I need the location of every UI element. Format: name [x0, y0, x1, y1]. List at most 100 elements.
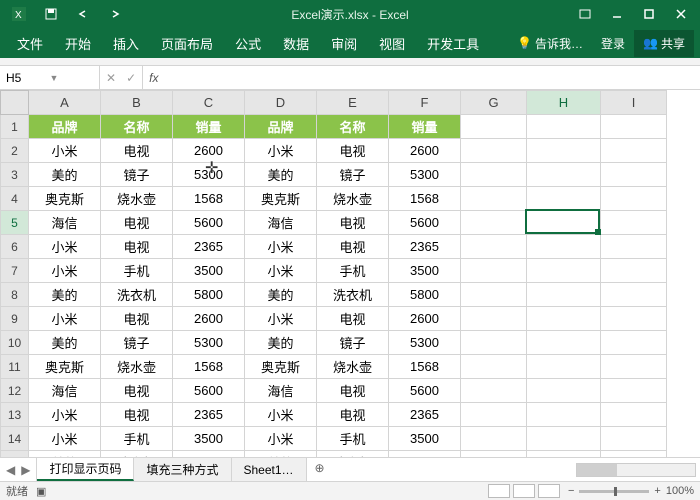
cell-B1[interactable]: 名称 — [101, 115, 173, 139]
cell-E5[interactable]: 电视 — [317, 211, 389, 235]
select-all-corner[interactable] — [1, 91, 29, 115]
cell-F15[interactable]: 5800 — [389, 451, 461, 458]
row-header-10[interactable]: 10 — [1, 331, 29, 355]
share-button[interactable]: 👥共享 — [634, 30, 694, 57]
cell-C13[interactable]: 2365 — [173, 403, 245, 427]
cell-F13[interactable]: 2365 — [389, 403, 461, 427]
cell-C5[interactable]: 5600 — [173, 211, 245, 235]
cell-C11[interactable]: 1568 — [173, 355, 245, 379]
worksheet-grid[interactable]: ABCDEFGHI1品牌名称销量品牌名称销量2小米电视2600小米电视26003… — [0, 90, 700, 457]
tab-developer[interactable]: 开发工具 — [416, 29, 490, 58]
enter-formula-icon[interactable]: ✓ — [126, 71, 136, 85]
zoom-out-button[interactable]: − — [568, 485, 574, 497]
cell-E1[interactable]: 名称 — [317, 115, 389, 139]
cell-D4[interactable]: 奥克斯 — [245, 187, 317, 211]
cell-I5[interactable] — [601, 211, 667, 235]
col-header-A[interactable]: A — [29, 91, 101, 115]
chevron-down-icon[interactable]: ▼ — [50, 73, 94, 83]
view-normal-button[interactable] — [488, 484, 510, 498]
col-header-H[interactable]: H — [527, 91, 601, 115]
cancel-formula-icon[interactable]: ✕ — [106, 71, 116, 85]
sheet-add-button[interactable]: ⊕ — [307, 458, 333, 481]
formula-input[interactable] — [164, 66, 700, 89]
cell-D10[interactable]: 美的 — [245, 331, 317, 355]
cell-F12[interactable]: 5600 — [389, 379, 461, 403]
cell-I4[interactable] — [601, 187, 667, 211]
tab-view[interactable]: 视图 — [368, 29, 416, 58]
cell-F1[interactable]: 销量 — [389, 115, 461, 139]
cell-D1[interactable]: 品牌 — [245, 115, 317, 139]
sheet-nav-prev-icon[interactable]: ◀ — [6, 463, 15, 477]
cell-H5[interactable] — [527, 211, 601, 235]
row-header-2[interactable]: 2 — [1, 139, 29, 163]
quickaccess-excel-icon[interactable]: X — [4, 4, 34, 24]
cell-A2[interactable]: 小米 — [29, 139, 101, 163]
zoom-in-button[interactable]: + — [654, 485, 660, 497]
cell-B4[interactable]: 烧水壶 — [101, 187, 173, 211]
cell-F7[interactable]: 3500 — [389, 259, 461, 283]
row-header-5[interactable]: 5 — [1, 211, 29, 235]
cell-A6[interactable]: 小米 — [29, 235, 101, 259]
cell-F9[interactable]: 2600 — [389, 307, 461, 331]
cell-G14[interactable] — [461, 427, 527, 451]
cell-B15[interactable]: 洗衣机 — [101, 451, 173, 458]
tell-me[interactable]: 💡告诉我… — [508, 30, 592, 57]
cell-G3[interactable] — [461, 163, 527, 187]
maximize-button[interactable] — [634, 4, 664, 24]
cell-A1[interactable]: 品牌 — [29, 115, 101, 139]
sheet-nav-next-icon[interactable]: ▶ — [21, 463, 30, 477]
row-header-1[interactable]: 1 — [1, 115, 29, 139]
row-header-9[interactable]: 9 — [1, 307, 29, 331]
col-header-C[interactable]: C — [173, 91, 245, 115]
col-header-I[interactable]: I — [601, 91, 667, 115]
cell-F6[interactable]: 2365 — [389, 235, 461, 259]
cell-H6[interactable] — [527, 235, 601, 259]
cell-E3[interactable]: 镜子 — [317, 163, 389, 187]
cell-A3[interactable]: 美的 — [29, 163, 101, 187]
cell-C12[interactable]: 5600 — [173, 379, 245, 403]
cell-C9[interactable]: 2600 — [173, 307, 245, 331]
fx-icon[interactable]: fx — [143, 71, 164, 85]
ribbon-display-options-icon[interactable] — [570, 4, 600, 24]
cell-A11[interactable]: 奥克斯 — [29, 355, 101, 379]
cell-I11[interactable] — [601, 355, 667, 379]
cell-B3[interactable]: 镜子 — [101, 163, 173, 187]
cell-B12[interactable]: 电视 — [101, 379, 173, 403]
cell-F2[interactable]: 2600 — [389, 139, 461, 163]
cell-D2[interactable]: 小米 — [245, 139, 317, 163]
cell-G10[interactable] — [461, 331, 527, 355]
cell-F11[interactable]: 1568 — [389, 355, 461, 379]
cell-D12[interactable]: 海信 — [245, 379, 317, 403]
cell-D9[interactable]: 小米 — [245, 307, 317, 331]
cell-B13[interactable]: 电视 — [101, 403, 173, 427]
cell-A13[interactable]: 小米 — [29, 403, 101, 427]
cell-B2[interactable]: 电视 — [101, 139, 173, 163]
cell-B6[interactable]: 电视 — [101, 235, 173, 259]
cell-E2[interactable]: 电视 — [317, 139, 389, 163]
cell-A5[interactable]: 海信 — [29, 211, 101, 235]
cell-D3[interactable]: 美的 — [245, 163, 317, 187]
row-header-15[interactable]: 15 — [1, 451, 29, 458]
cell-G1[interactable] — [461, 115, 527, 139]
cell-A10[interactable]: 美的 — [29, 331, 101, 355]
cell-C1[interactable]: 销量 — [173, 115, 245, 139]
col-header-D[interactable]: D — [245, 91, 317, 115]
tab-home[interactable]: 开始 — [54, 29, 102, 58]
quickaccess-save-icon[interactable] — [36, 4, 66, 24]
cell-G6[interactable] — [461, 235, 527, 259]
cell-E11[interactable]: 烧水壶 — [317, 355, 389, 379]
tab-formulas[interactable]: 公式 — [224, 29, 272, 58]
cell-E7[interactable]: 手机 — [317, 259, 389, 283]
cell-I9[interactable] — [601, 307, 667, 331]
cell-D15[interactable]: 美的 — [245, 451, 317, 458]
cell-B5[interactable]: 电视 — [101, 211, 173, 235]
cell-D13[interactable]: 小米 — [245, 403, 317, 427]
cell-B11[interactable]: 烧水壶 — [101, 355, 173, 379]
tab-insert[interactable]: 插入 — [102, 29, 150, 58]
row-header-14[interactable]: 14 — [1, 427, 29, 451]
cell-C10[interactable]: 5300 — [173, 331, 245, 355]
cell-I10[interactable] — [601, 331, 667, 355]
col-header-E[interactable]: E — [317, 91, 389, 115]
cell-D8[interactable]: 美的 — [245, 283, 317, 307]
cell-D11[interactable]: 奥克斯 — [245, 355, 317, 379]
